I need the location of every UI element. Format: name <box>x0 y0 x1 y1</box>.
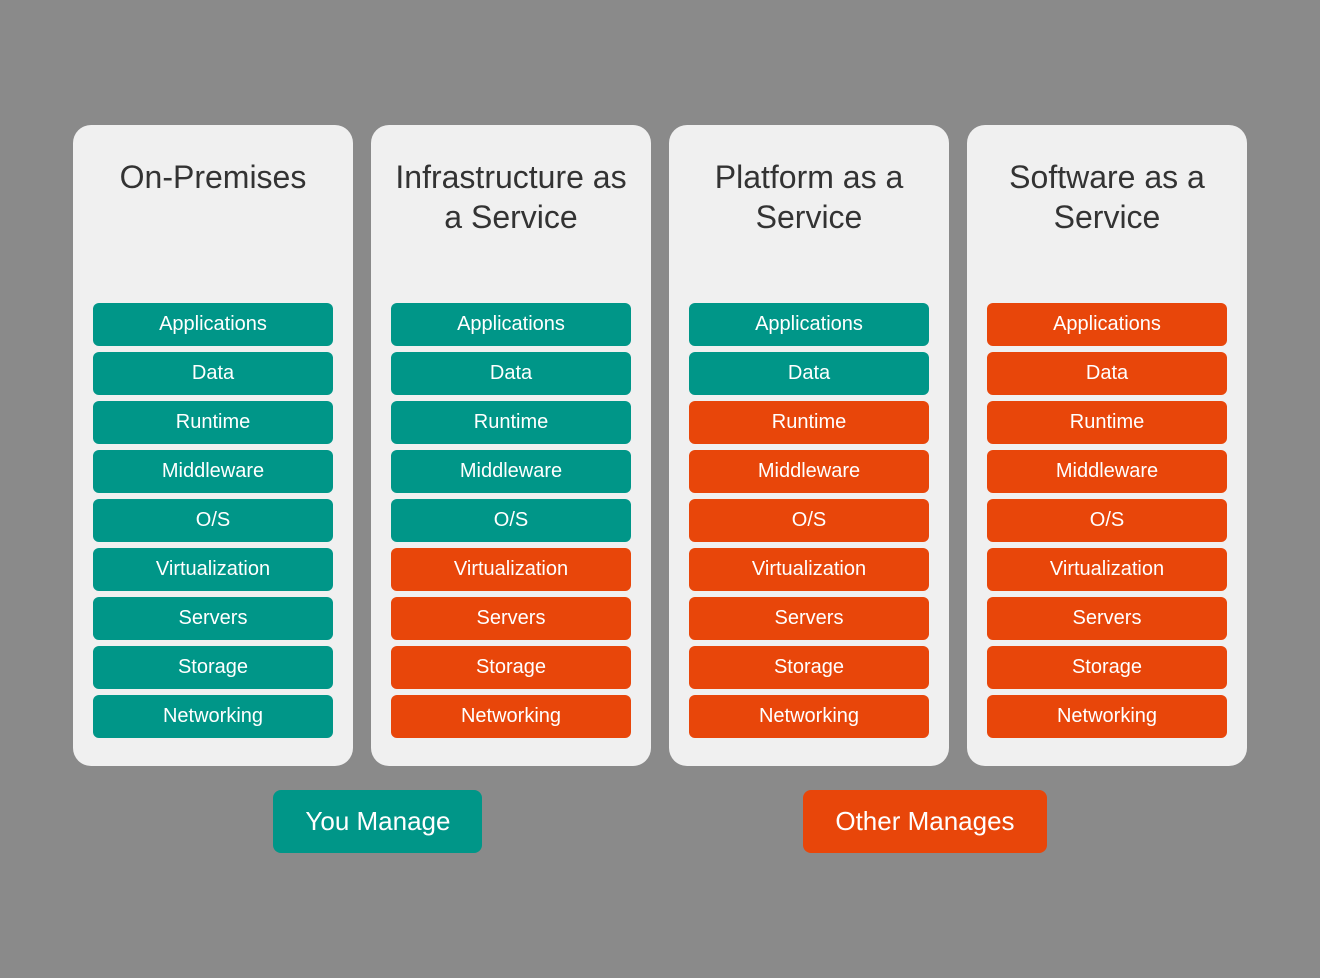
stack-item-virtualization-paas: Virtualization <box>689 548 929 591</box>
stack-item-virtualization-iaas: Virtualization <box>391 548 631 591</box>
column-paas: Platform as a Service Applications Data Run… <box>669 125 949 766</box>
stack-item-networking-saas: Networking <box>987 695 1227 738</box>
stack-item-servers-paas: Servers <box>689 597 929 640</box>
stack-paas: Applications Data Runtime Middleware O/S Virt… <box>689 303 929 738</box>
stack-item-data-on-premises: Data <box>93 352 333 395</box>
stack-item-storage-paas: Storage <box>689 646 929 689</box>
column-saas: Software as a Service Applications Data Run… <box>967 125 1247 766</box>
other-manages-button[interactable]: Other Manages <box>803 790 1046 853</box>
stack-item-runtime-paas: Runtime <box>689 401 929 444</box>
column-title-iaas: Infrastructure as a Service <box>391 153 631 273</box>
stack-item-storage-saas: Storage <box>987 646 1227 689</box>
stack-item-servers-on-premises: Servers <box>93 597 333 640</box>
column-iaas: Infrastructure as a Service Applications D… <box>371 125 651 766</box>
stack-item-applications-on-premises: Applications <box>93 303 333 346</box>
stack-item-applications-iaas: Applications <box>391 303 631 346</box>
stack-item-middleware-paas: Middleware <box>689 450 929 493</box>
column-title-saas: Software as a Service <box>987 153 1227 273</box>
stack-iaas: Applications Data Runtime Middleware O/S Virt… <box>391 303 631 738</box>
stack-item-networking-iaas: Networking <box>391 695 631 738</box>
stack-item-runtime-on-premises: Runtime <box>93 401 333 444</box>
stack-item-o/s-iaas: O/S <box>391 499 631 542</box>
stack-item-applications-saas: Applications <box>987 303 1227 346</box>
stack-item-servers-iaas: Servers <box>391 597 631 640</box>
stack-item-o/s-paas: O/S <box>689 499 929 542</box>
legend-row: You Manage Other Manages <box>73 790 1247 853</box>
stack-item-data-paas: Data <box>689 352 929 395</box>
main-container: On-Premises Applications Data Runtime Middle… <box>53 95 1267 883</box>
stack-on-premises: Applications Data Runtime Middleware O/S Virt… <box>93 303 333 738</box>
stack-item-virtualization-on-premises: Virtualization <box>93 548 333 591</box>
stack-item-applications-paas: Applications <box>689 303 929 346</box>
stack-item-networking-on-premises: Networking <box>93 695 333 738</box>
columns-row: On-Premises Applications Data Runtime Middle… <box>73 125 1247 766</box>
stack-item-middleware-iaas: Middleware <box>391 450 631 493</box>
column-on-premises: On-Premises Applications Data Runtime Middle… <box>73 125 353 766</box>
stack-item-storage-iaas: Storage <box>391 646 631 689</box>
stack-saas: Applications Data Runtime Middleware O/S Virt… <box>987 303 1227 738</box>
stack-item-data-saas: Data <box>987 352 1227 395</box>
stack-item-servers-saas: Servers <box>987 597 1227 640</box>
stack-item-o/s-saas: O/S <box>987 499 1227 542</box>
stack-item-runtime-iaas: Runtime <box>391 401 631 444</box>
stack-item-storage-on-premises: Storage <box>93 646 333 689</box>
stack-item-data-iaas: Data <box>391 352 631 395</box>
stack-item-middleware-on-premises: Middleware <box>93 450 333 493</box>
stack-item-runtime-saas: Runtime <box>987 401 1227 444</box>
column-title-on-premises: On-Premises <box>120 153 307 273</box>
column-title-paas: Platform as a Service <box>689 153 929 273</box>
stack-item-networking-paas: Networking <box>689 695 929 738</box>
you-manage-button[interactable]: You Manage <box>273 790 482 853</box>
stack-item-o/s-on-premises: O/S <box>93 499 333 542</box>
stack-item-virtualization-saas: Virtualization <box>987 548 1227 591</box>
stack-item-middleware-saas: Middleware <box>987 450 1227 493</box>
